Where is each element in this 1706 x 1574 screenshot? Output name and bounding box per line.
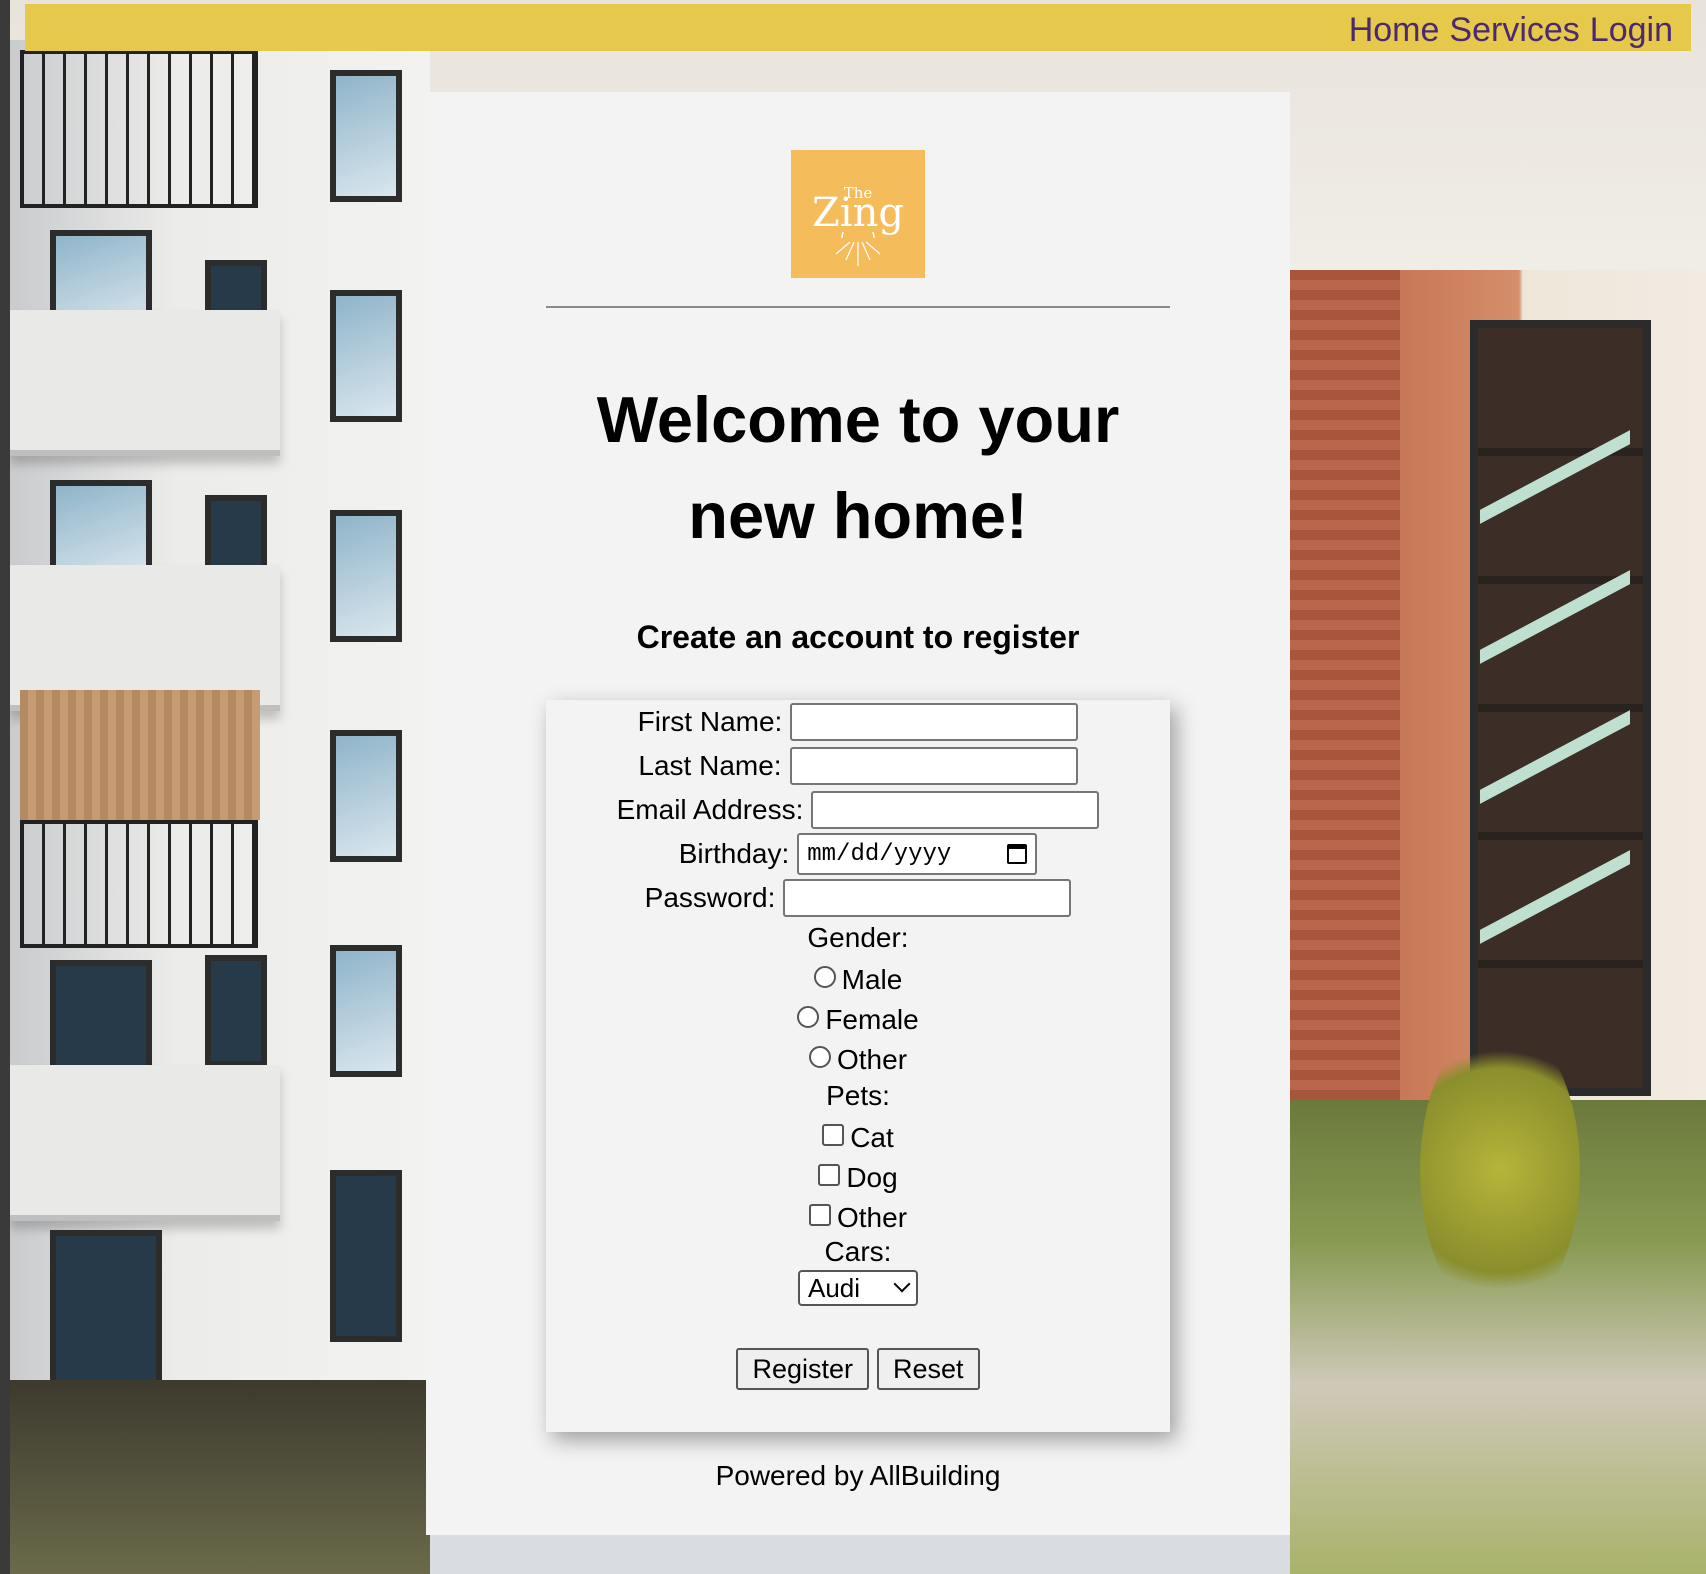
gender-option-other[interactable]: Other bbox=[546, 1040, 1170, 1080]
window bbox=[205, 955, 267, 1067]
nav-services-link[interactable]: Services bbox=[1449, 11, 1579, 50]
registration-panel: The Zing Welcome to your new home! Creat… bbox=[426, 92, 1290, 1535]
first-name-input[interactable] bbox=[790, 703, 1079, 741]
window bbox=[50, 960, 152, 1072]
window-edge bbox=[0, 0, 10, 1574]
cars-selected-value: Audi bbox=[808, 1272, 861, 1303]
page-title-line2: new home! bbox=[688, 479, 1028, 552]
left-building bbox=[10, 40, 430, 1574]
radio-button[interactable] bbox=[808, 1046, 831, 1068]
pet-option-other[interactable]: Other bbox=[546, 1198, 1170, 1238]
form-actions: Register Reset bbox=[546, 1348, 1170, 1390]
balcony bbox=[10, 1065, 280, 1221]
pet-option-dog[interactable]: Dog bbox=[546, 1158, 1170, 1198]
gender-label: Gender: bbox=[807, 922, 909, 953]
chevron-down-icon bbox=[893, 1275, 911, 1293]
birthday-label: Birthday: bbox=[678, 838, 790, 869]
registration-form: First Name: Last Name: Email Address: Bi… bbox=[546, 700, 1170, 1432]
gender-option-male[interactable]: Male bbox=[546, 960, 1170, 1000]
pet-option-cat[interactable]: Cat bbox=[546, 1118, 1170, 1158]
footer-text: Powered by AllBuilding bbox=[715, 1460, 1001, 1491]
pets-label: Pets: bbox=[826, 1080, 890, 1111]
page-title-line1: Welcome to your bbox=[596, 383, 1120, 456]
birthday-placeholder: mm/dd/yyyy bbox=[807, 840, 952, 868]
tree bbox=[1420, 1020, 1580, 1320]
window bbox=[330, 70, 402, 202]
nav-home-link[interactable]: Home bbox=[1349, 11, 1440, 50]
birthday-row: Birthday: mm/dd/yyyy bbox=[546, 832, 1170, 876]
window bbox=[330, 945, 402, 1077]
password-input[interactable] bbox=[783, 879, 1072, 917]
email-label: Email Address: bbox=[616, 794, 804, 825]
divider bbox=[546, 306, 1170, 308]
window bbox=[330, 510, 402, 642]
first-name-row: First Name: bbox=[546, 700, 1170, 744]
cars-label: Cars: bbox=[824, 1236, 892, 1267]
window bbox=[330, 730, 402, 862]
window bbox=[330, 290, 402, 422]
balcony-railing bbox=[20, 820, 258, 948]
calendar-icon[interactable] bbox=[1007, 844, 1028, 864]
gender-option-label: Other bbox=[836, 1044, 908, 1075]
password-row: Password: bbox=[546, 876, 1170, 920]
checkbox[interactable] bbox=[818, 1164, 841, 1186]
email-input[interactable] bbox=[811, 791, 1100, 829]
cars-select[interactable]: Audi bbox=[798, 1270, 918, 1306]
page-title: Welcome to your new home! bbox=[426, 372, 1290, 564]
birthday-input[interactable]: mm/dd/yyyy bbox=[797, 833, 1038, 875]
page-subtitle: Create an account to register bbox=[636, 619, 1080, 655]
top-navigation-bar: Home Services Login bbox=[25, 4, 1691, 51]
checkbox[interactable] bbox=[822, 1124, 845, 1146]
checkbox[interactable] bbox=[808, 1204, 831, 1226]
gender-option-label: Female bbox=[825, 1004, 919, 1035]
register-button[interactable]: Register bbox=[736, 1348, 869, 1390]
balcony-railing bbox=[20, 50, 258, 208]
gender-option-female[interactable]: Female bbox=[546, 1000, 1170, 1040]
sunrise-icon bbox=[835, 232, 881, 266]
radio-button[interactable] bbox=[813, 966, 836, 988]
balcony bbox=[10, 310, 280, 456]
pet-option-label: Other bbox=[836, 1202, 908, 1233]
first-name-label: First Name: bbox=[637, 706, 783, 737]
top-nav-links: Home Services Login bbox=[1349, 11, 1673, 50]
nav-login-link[interactable]: Login bbox=[1590, 11, 1673, 50]
password-label: Password: bbox=[644, 882, 776, 913]
zing-logo: The Zing bbox=[791, 150, 925, 278]
last-name-input[interactable] bbox=[789, 747, 1078, 785]
reset-button[interactable]: Reset bbox=[877, 1348, 980, 1390]
radio-button[interactable] bbox=[797, 1006, 820, 1028]
pet-option-label: Cat bbox=[850, 1122, 894, 1153]
last-name-label: Last Name: bbox=[638, 750, 782, 781]
window bbox=[50, 1230, 162, 1392]
wood-panel bbox=[20, 690, 260, 820]
last-name-row: Last Name: bbox=[546, 744, 1170, 788]
logo-text-large: Zing bbox=[812, 190, 904, 236]
gender-option-label: Male bbox=[841, 964, 903, 995]
window bbox=[330, 1170, 402, 1342]
ground-left bbox=[10, 1380, 430, 1574]
pet-option-label: Dog bbox=[846, 1162, 898, 1193]
email-row: Email Address: bbox=[546, 788, 1170, 832]
